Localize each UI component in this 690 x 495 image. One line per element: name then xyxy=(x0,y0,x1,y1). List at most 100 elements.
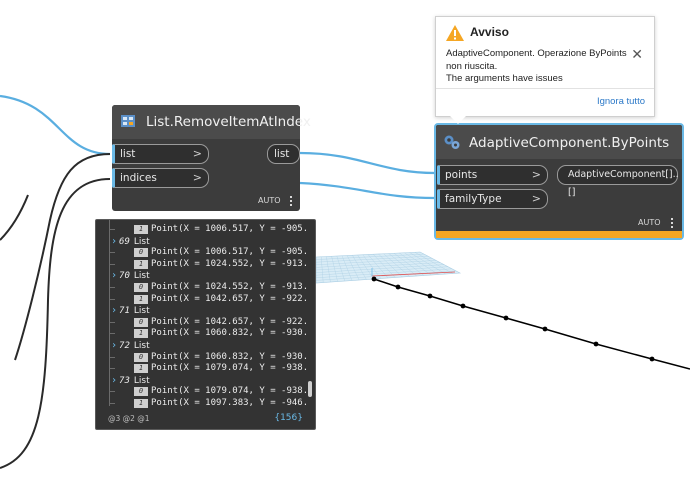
group-index: 73 xyxy=(119,375,130,386)
item-value: Point(X = 1079.074, Y = -938. xyxy=(151,386,309,397)
scrollbar-thumb[interactable] xyxy=(308,381,312,397)
warning-message-line: AdaptiveComponent. Operazione ByPoints xyxy=(446,48,627,59)
list-group-row[interactable]: › 69 List xyxy=(111,236,150,247)
list-item-row[interactable]: 1 Point(X = 1024.552, Y = -913. xyxy=(110,259,308,270)
list-item-row[interactable]: 1 Point(X = 1006.517, Y = -905. xyxy=(110,224,309,235)
item-value: Point(X = 1060.832, Y = -930. xyxy=(151,351,309,362)
list-item-row[interactable]: 0 Point(X = 1024.552, Y = -913. xyxy=(110,282,308,293)
output-port-list[interactable]: list xyxy=(267,144,300,164)
list-item-row[interactable]: 0 Point(X = 1060.832, Y = -930. xyxy=(110,351,309,363)
port-label: points xyxy=(445,169,478,181)
item-value: Point(X = 1097.383, Y = -946. xyxy=(151,398,309,408)
point-marker xyxy=(593,341,599,347)
watch-preview-panel[interactable]: 1 Point(X = 1006.517, Y = -905. › 69 List 0 Po… xyxy=(95,219,316,430)
list-item-row[interactable]: 1 Point(X = 1079.074, Y = -938. xyxy=(110,363,309,374)
node-header[interactable]: List.RemoveItemAtIndex xyxy=(112,105,311,139)
warning-triangle-icon xyxy=(446,25,464,41)
watch-list[interactable]: 1 Point(X = 1006.517, Y = -905. › 69 List 0 Po… xyxy=(96,220,315,408)
list-item-row[interactable]: 1 Point(X = 1042.657, Y = -922. xyxy=(110,294,308,305)
group-index: 69 xyxy=(119,236,130,247)
input-port-list[interactable]: list > xyxy=(112,144,209,164)
gears-icon xyxy=(443,133,461,151)
node-title: AdaptiveComponent.ByPoints xyxy=(469,135,670,151)
warning-popup: Avviso AdaptiveComponent. Operazione ByP… xyxy=(435,16,655,124)
item-index-badge: 0 xyxy=(134,352,148,362)
item-index-badge: 1 xyxy=(134,259,148,269)
item-index-badge: 1 xyxy=(134,294,148,304)
port-label: familyType xyxy=(445,193,502,205)
chevron-right-icon: > xyxy=(531,168,541,181)
chevron-right-icon[interactable]: › xyxy=(111,375,117,386)
input-port-familytype[interactable]: familyType > xyxy=(437,189,548,209)
item-index-badge: 1 xyxy=(134,329,148,339)
node-header[interactable]: AdaptiveComponent.ByPoints xyxy=(436,125,682,159)
item-index-badge: 1 xyxy=(134,399,148,408)
list-item-row[interactable]: 1 Point(X = 1060.832, Y = -930. xyxy=(110,328,308,339)
chevron-right-icon[interactable]: › xyxy=(111,270,117,281)
chevron-right-icon[interactable]: › xyxy=(111,340,117,351)
tree-tick xyxy=(110,333,115,335)
port-label: list xyxy=(120,148,136,160)
group-label: List xyxy=(133,306,150,317)
node-adaptivecomponent-bypoints[interactable]: AdaptiveComponent.ByPoints points > fami… xyxy=(434,123,684,240)
group-label: List xyxy=(133,236,150,247)
item-index-badge: 1 xyxy=(134,225,148,234)
lacing-label[interactable]: AUTO xyxy=(258,196,281,205)
more-options-icon[interactable] xyxy=(671,218,673,228)
tree-tick xyxy=(110,356,115,358)
warning-message-line: The arguments have issues xyxy=(446,73,563,84)
point-marker xyxy=(395,284,401,290)
list-group-row[interactable]: › 71 List xyxy=(111,305,150,316)
item-index-badge: 0 xyxy=(134,317,148,327)
input-port-points[interactable]: points > xyxy=(437,165,548,185)
list-item-row[interactable]: 1 Point(X = 1097.383, Y = -946. xyxy=(110,398,309,408)
item-index-badge: 0 xyxy=(134,283,148,292)
output-port-adaptivecomponent[interactable]: AdaptiveComponent[]..[] xyxy=(557,165,679,198)
chevron-right-icon: > xyxy=(192,171,202,184)
list-group-row[interactable]: › 70 List xyxy=(111,270,150,281)
item-index-badge: 0 xyxy=(134,248,148,258)
group-label: List xyxy=(133,375,150,386)
group-label: List xyxy=(133,341,150,351)
item-count: {156} xyxy=(274,413,303,423)
tree-tick xyxy=(110,252,115,254)
more-options-icon[interactable] xyxy=(290,196,292,206)
divider xyxy=(436,88,654,89)
chevron-right-icon: > xyxy=(531,192,541,205)
warning-title: Avviso xyxy=(470,25,509,39)
point-marker xyxy=(542,326,548,332)
wire-into-list xyxy=(0,94,111,156)
list-item-row[interactable]: 0 Point(X = 1006.517, Y = -905. xyxy=(110,247,308,258)
tree-tick xyxy=(110,403,115,404)
port-label: AdaptiveComponent[]..[] xyxy=(568,169,679,198)
list-group-row[interactable]: › 73 List xyxy=(111,375,150,386)
dismiss-all-link[interactable]: Ignora tutto xyxy=(597,96,645,107)
point-polyline xyxy=(371,276,690,370)
point-marker xyxy=(371,276,377,282)
chevron-right-icon[interactable]: › xyxy=(111,236,117,247)
list-levels: @3 @2 @1 xyxy=(108,414,150,423)
list-item-row[interactable]: 0 Point(X = 1079.074, Y = -938. xyxy=(110,386,309,397)
lacing-label[interactable]: AUTO xyxy=(638,218,661,227)
tree-tick xyxy=(110,391,115,393)
tree-tick xyxy=(110,298,115,300)
item-value: Point(X = 1079.074, Y = -938. xyxy=(151,363,309,374)
node-list-removeitematindex[interactable]: List.RemoveItemAtIndex list > indices > … xyxy=(112,105,311,211)
group-index: 72 xyxy=(119,341,130,351)
tree-guide-line xyxy=(109,220,110,406)
port-label: list xyxy=(274,148,290,160)
point-marker xyxy=(503,315,509,321)
wire-left-dark xyxy=(0,194,29,241)
list-item-row[interactable]: 0 Point(X = 1042.657, Y = -922. xyxy=(110,316,309,328)
close-icon[interactable]: ✕ xyxy=(631,46,643,63)
warning-message-line: non riuscita. xyxy=(446,60,498,72)
item-value: Point(X = 1006.517, Y = -905. xyxy=(151,224,309,234)
point-marker xyxy=(427,293,433,299)
wire-into-indices-2 xyxy=(0,178,111,469)
chevron-right-icon[interactable]: › xyxy=(111,305,117,316)
background-grid xyxy=(315,251,462,284)
list-group-row[interactable]: › 72 List xyxy=(111,340,150,351)
item-value: Point(X = 1042.657, Y = -922. xyxy=(151,316,309,327)
item-index-badge: 0 xyxy=(134,387,148,397)
input-port-indices[interactable]: indices > xyxy=(112,168,209,188)
